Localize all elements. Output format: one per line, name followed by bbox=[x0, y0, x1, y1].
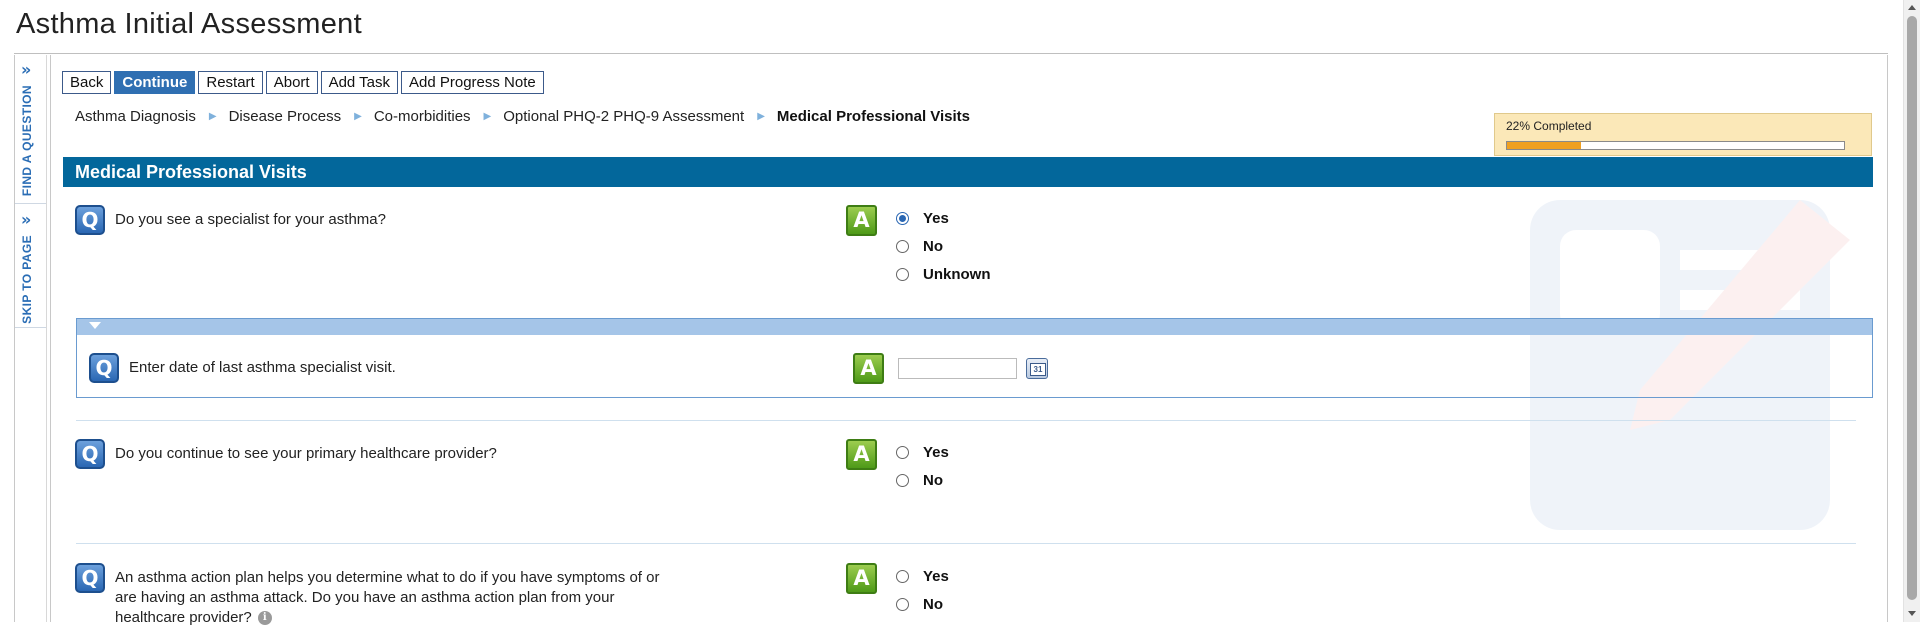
scroll-down-icon[interactable] bbox=[1908, 611, 1916, 616]
option-yes[interactable]: Yes bbox=[896, 444, 949, 461]
option-label: No bbox=[923, 238, 943, 255]
back-button[interactable]: Back bbox=[62, 71, 112, 94]
question-icon: Q bbox=[75, 563, 105, 593]
add-task-button[interactable]: Add Task bbox=[320, 71, 399, 94]
answer-icon: A bbox=[846, 205, 877, 236]
progress-fill bbox=[1507, 142, 1582, 149]
question-text: Enter date of last asthma specialist vis… bbox=[129, 359, 396, 376]
option-no[interactable]: No bbox=[896, 472, 943, 489]
find-a-question-label: FIND A QUESTION bbox=[20, 85, 34, 197]
calendar-icon[interactable]: 31 bbox=[1026, 358, 1048, 379]
radio-button[interactable] bbox=[896, 240, 909, 253]
option-label: Yes bbox=[923, 210, 949, 227]
calendar-day: 31 bbox=[1030, 363, 1046, 376]
restart-button[interactable]: Restart bbox=[198, 71, 263, 94]
page-title: Asthma Initial Assessment bbox=[16, 8, 362, 40]
section-title: Medical Professional Visits bbox=[75, 162, 307, 182]
breadcrumb: Asthma Diagnosis ▶ Disease Process ▶ Co-… bbox=[75, 108, 970, 125]
option-no[interactable]: No bbox=[896, 596, 943, 613]
answer-icon: A bbox=[846, 439, 877, 470]
chevron-right-icon: ▶ bbox=[208, 111, 217, 122]
scroll-up-icon[interactable] bbox=[1908, 5, 1916, 10]
skip-to-page-tab[interactable]: » SKIP TO PAGE bbox=[15, 205, 46, 328]
breadcrumb-item[interactable]: Asthma Diagnosis bbox=[75, 108, 196, 125]
breadcrumb-current: Medical Professional Visits bbox=[776, 108, 971, 125]
chevron-right-icon: ▶ bbox=[483, 111, 492, 122]
collapse-bar[interactable] bbox=[77, 319, 1872, 335]
continue-button[interactable]: Continue bbox=[114, 71, 196, 94]
option-yes[interactable]: Yes bbox=[896, 568, 949, 585]
option-label: No bbox=[923, 472, 943, 489]
question-divider bbox=[76, 420, 1856, 421]
chevron-right-icon: ▶ bbox=[354, 111, 362, 122]
question-text: Do you continue to see your primary heal… bbox=[115, 445, 497, 462]
add-progress-note-button[interactable]: Add Progress Note bbox=[401, 71, 544, 94]
question-icon: Q bbox=[75, 439, 105, 469]
radio-button[interactable] bbox=[896, 268, 909, 281]
option-label: Yes bbox=[923, 444, 949, 461]
progress-indicator: 22% Completed bbox=[1494, 113, 1872, 156]
abort-button[interactable]: Abort bbox=[265, 71, 318, 94]
option-yes[interactable]: Yes bbox=[896, 210, 949, 227]
title-divider bbox=[14, 53, 1888, 54]
last-visit-date-field[interactable] bbox=[898, 358, 1017, 379]
option-unknown[interactable]: Unknown bbox=[896, 266, 991, 283]
radio-button[interactable] bbox=[896, 212, 909, 225]
question-divider bbox=[76, 543, 1856, 544]
question-text: An asthma action plan helps you determin… bbox=[115, 569, 660, 626]
breadcrumb-item[interactable]: Co-morbidities bbox=[374, 108, 471, 125]
question-text-wrapper: An asthma action plan helps you determin… bbox=[115, 568, 660, 628]
scroll-thumb[interactable] bbox=[1907, 16, 1917, 600]
section-header: Medical Professional Visits bbox=[63, 157, 1873, 187]
find-a-question-tab[interactable]: » FIND A QUESTION bbox=[15, 55, 46, 204]
answer-icon: A bbox=[846, 563, 877, 594]
radio-button[interactable] bbox=[896, 446, 909, 459]
option-no[interactable]: No bbox=[896, 238, 943, 255]
radio-button[interactable] bbox=[896, 570, 909, 583]
radio-button[interactable] bbox=[896, 474, 909, 487]
chevron-right-icon: ▶ bbox=[757, 111, 765, 122]
question-text: Do you see a specialist for your asthma? bbox=[115, 211, 386, 228]
progress-track bbox=[1506, 141, 1845, 150]
progress-label: 22% Completed bbox=[1506, 119, 1592, 133]
question-icon: Q bbox=[75, 205, 105, 235]
info-icon[interactable]: i bbox=[257, 611, 272, 626]
option-label: Unknown bbox=[923, 266, 991, 283]
breadcrumb-item[interactable]: Disease Process bbox=[229, 108, 342, 125]
radio-button[interactable] bbox=[896, 598, 909, 611]
action-toolbar: Back Continue Restart Abort Add Task Add… bbox=[62, 71, 544, 94]
skip-to-page-label: SKIP TO PAGE bbox=[20, 235, 34, 324]
triangle-down-icon bbox=[89, 322, 101, 329]
question-icon: Q bbox=[89, 353, 119, 383]
vertical-scrollbar[interactable] bbox=[1903, 0, 1920, 622]
option-label: Yes bbox=[923, 568, 949, 585]
double-chevron-right-icon: » bbox=[21, 60, 32, 79]
double-chevron-right-icon: » bbox=[21, 210, 32, 229]
option-label: No bbox=[923, 596, 943, 613]
breadcrumb-item[interactable]: Optional PHQ-2 PHQ-9 Assessment bbox=[503, 108, 744, 125]
side-tab-bar: » FIND A QUESTION » SKIP TO PAGE bbox=[14, 55, 47, 622]
answer-icon: A bbox=[853, 353, 884, 384]
